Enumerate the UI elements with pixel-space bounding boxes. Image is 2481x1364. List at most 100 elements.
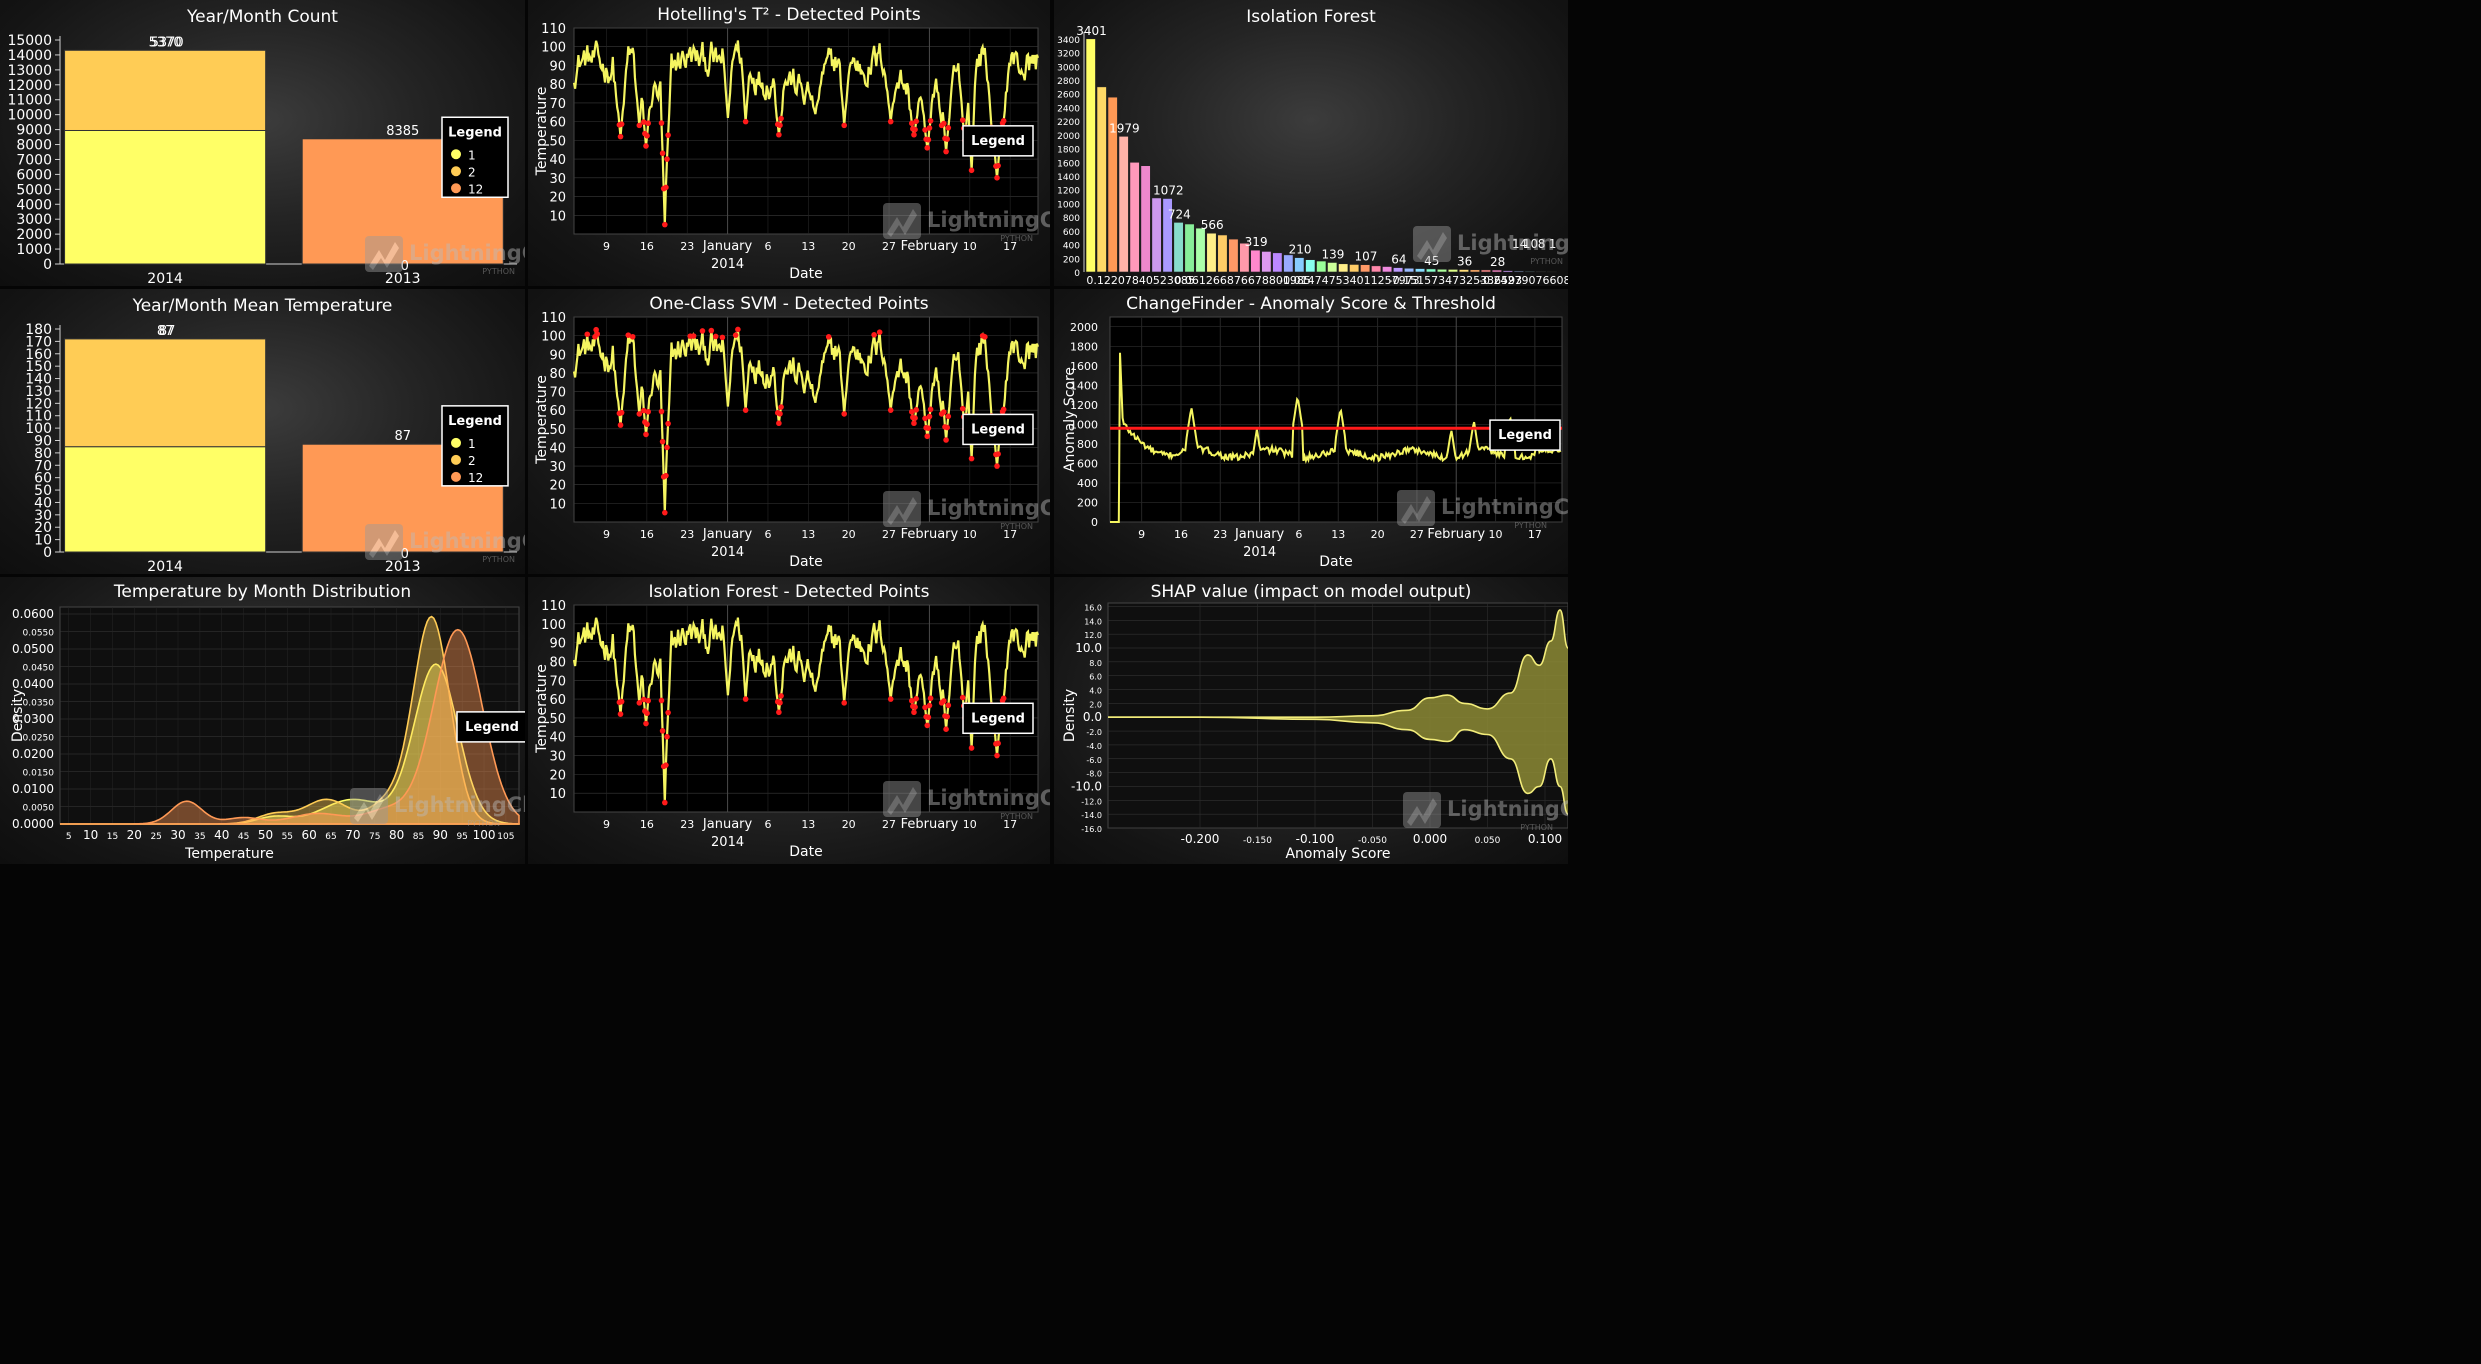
anomaly-point	[925, 714, 932, 721]
x-tick-label: -0.24279076608143 79	[1479, 274, 1568, 286]
anomaly-point	[924, 145, 931, 151]
anomaly-point	[658, 697, 665, 704]
legend-item-label: 12	[468, 182, 483, 196]
y-tick-label: 1000	[16, 242, 52, 258]
y-tick-label: 10.0	[1075, 641, 1102, 655]
y-tick-label: 70	[549, 97, 566, 112]
y-tick-label: 5000	[16, 182, 52, 198]
bar-value-label: 319	[1245, 235, 1268, 249]
watermark-text: LightningChart	[1447, 797, 1568, 821]
chart-panel-iforest_hist: Isolation Forest 0 200 400 600 800 1000 1200 140…	[1054, 0, 1568, 286]
histogram-bar	[1206, 232, 1217, 273]
anomaly-point	[926, 702, 933, 709]
legend-swatch	[451, 183, 461, 194]
y-tick-label: 2000	[1057, 132, 1080, 142]
lightningchart-watermark: LightningChart PYTHON	[883, 781, 1050, 821]
histogram-bar	[1272, 252, 1283, 273]
watermark-text: LightningChart	[1457, 231, 1568, 255]
anomaly-point	[712, 333, 719, 340]
lightningchart-watermark: LightningChart PYTHON	[365, 236, 525, 276]
x-tick-label: 85	[413, 832, 424, 842]
anomaly-point	[645, 408, 651, 415]
watermark-sub: PYTHON	[1000, 812, 1033, 821]
chart-svg: Year/Month Mean Temperature0102030405060…	[25, 296, 525, 574]
histogram-bar	[1151, 197, 1162, 273]
y-tick-label: 0.0050	[23, 804, 55, 814]
y-tick-label: 3000	[1057, 63, 1080, 73]
watermark-sub: PYTHON	[482, 555, 515, 564]
y-tick-label: 50	[549, 134, 566, 149]
legend-item-label: 2	[468, 454, 476, 468]
y-tick-label: 80	[549, 655, 566, 670]
legend: Legend	[456, 711, 525, 743]
chart-panel-changefinder: ChangeFinder - Anomaly Score & Threshold…	[1054, 289, 1568, 574]
x-tick-label: 9	[603, 528, 610, 541]
y-tick-label: 400	[1077, 477, 1098, 490]
histogram-bar	[1436, 268, 1448, 273]
x-tick-label: 35	[194, 832, 205, 842]
legend-item-label: 1	[468, 148, 476, 162]
anomaly-point	[943, 148, 949, 155]
x-tick-label: 20	[127, 828, 142, 842]
anomaly-point	[664, 444, 670, 451]
chart-svg: Isolation Forest - Detected Points 10 20 30…	[534, 582, 1050, 860]
anomaly-point	[662, 221, 668, 228]
histogram-bar	[1513, 270, 1524, 273]
legend-item-label: 2	[468, 165, 476, 179]
anomaly-point	[618, 409, 625, 416]
x-tick-label: 27	[882, 818, 896, 831]
histogram-bar	[1085, 38, 1096, 273]
histogram-bar	[1382, 266, 1393, 273]
dashboard-grid: Year/Month Count 0 1000 2000 3000 4000 5000 600…	[0, 0, 2481, 1364]
histogram-bar	[1327, 262, 1338, 273]
x-tick-label: 6	[1295, 528, 1302, 541]
y-tick-label: 110	[541, 311, 566, 326]
x-sublabel: 2014	[711, 257, 744, 272]
watermark-text: LightningChart	[409, 529, 525, 553]
chart-svg: One-Class SVM - Detected Points 10 20 30 40 5…	[534, 294, 1050, 570]
chart-svg: Hotelling's T² - Detected Points 10 20 30 40…	[534, 5, 1050, 282]
bar-value-label: 5370	[151, 35, 184, 50]
histogram-bar	[1129, 161, 1140, 273]
histogram-bar	[1404, 267, 1415, 273]
y-tick-label: 9000	[16, 123, 52, 139]
x-tick-label: 60	[302, 828, 317, 842]
anomaly-point	[913, 118, 919, 125]
x-axis-label: Date	[789, 554, 822, 570]
y-tick-label: 600	[1063, 228, 1080, 238]
histogram-bar	[1447, 269, 1459, 273]
anomaly-point	[959, 694, 966, 701]
anomaly-point	[944, 136, 950, 142]
legend-item-label: 12	[468, 471, 483, 485]
y-tick-label: 10	[549, 787, 566, 802]
x-tick-label: 13	[801, 240, 815, 253]
anomaly-point	[742, 118, 749, 125]
anomaly-point	[841, 122, 848, 129]
anomaly-point	[887, 118, 894, 125]
x-tick-label: 10	[83, 828, 98, 842]
histogram-bar	[1480, 269, 1491, 273]
y-tick-label: 90	[549, 348, 566, 363]
chart-title: Temperature by Month Distribution	[113, 582, 411, 602]
bar-value-label: 107	[1354, 250, 1377, 264]
y-tick-label: 30	[549, 172, 566, 187]
anomaly-point	[644, 710, 650, 717]
x-sublabel: 2014	[711, 835, 744, 850]
y-tick-label: 4.0	[1089, 687, 1102, 696]
y-axis-label: Anomaly Score	[1062, 367, 1078, 472]
x-tick-label: -0.150	[1243, 836, 1272, 846]
x-tick-label: 13	[1331, 528, 1345, 541]
bar-value-label: 87	[159, 324, 176, 339]
x-axis-label: Temperature	[184, 846, 274, 862]
y-tick-label: 14000	[7, 48, 52, 64]
anomaly-point	[924, 722, 931, 729]
chart-svg: Isolation Forest 0 200 400 600 800 1000 1200 140…	[1057, 7, 1568, 286]
anomaly-point	[665, 709, 671, 716]
x-tick-label: January	[702, 527, 753, 542]
y-tick-label: 100	[541, 41, 566, 56]
anomaly-point	[871, 332, 877, 338]
y-tick-label: 60	[549, 693, 566, 708]
x-tick-label: 23	[1213, 528, 1227, 541]
chart-svg: Year/Month Count 010002000300040005000600…	[7, 7, 525, 286]
y-tick-label: 0	[1074, 269, 1080, 279]
